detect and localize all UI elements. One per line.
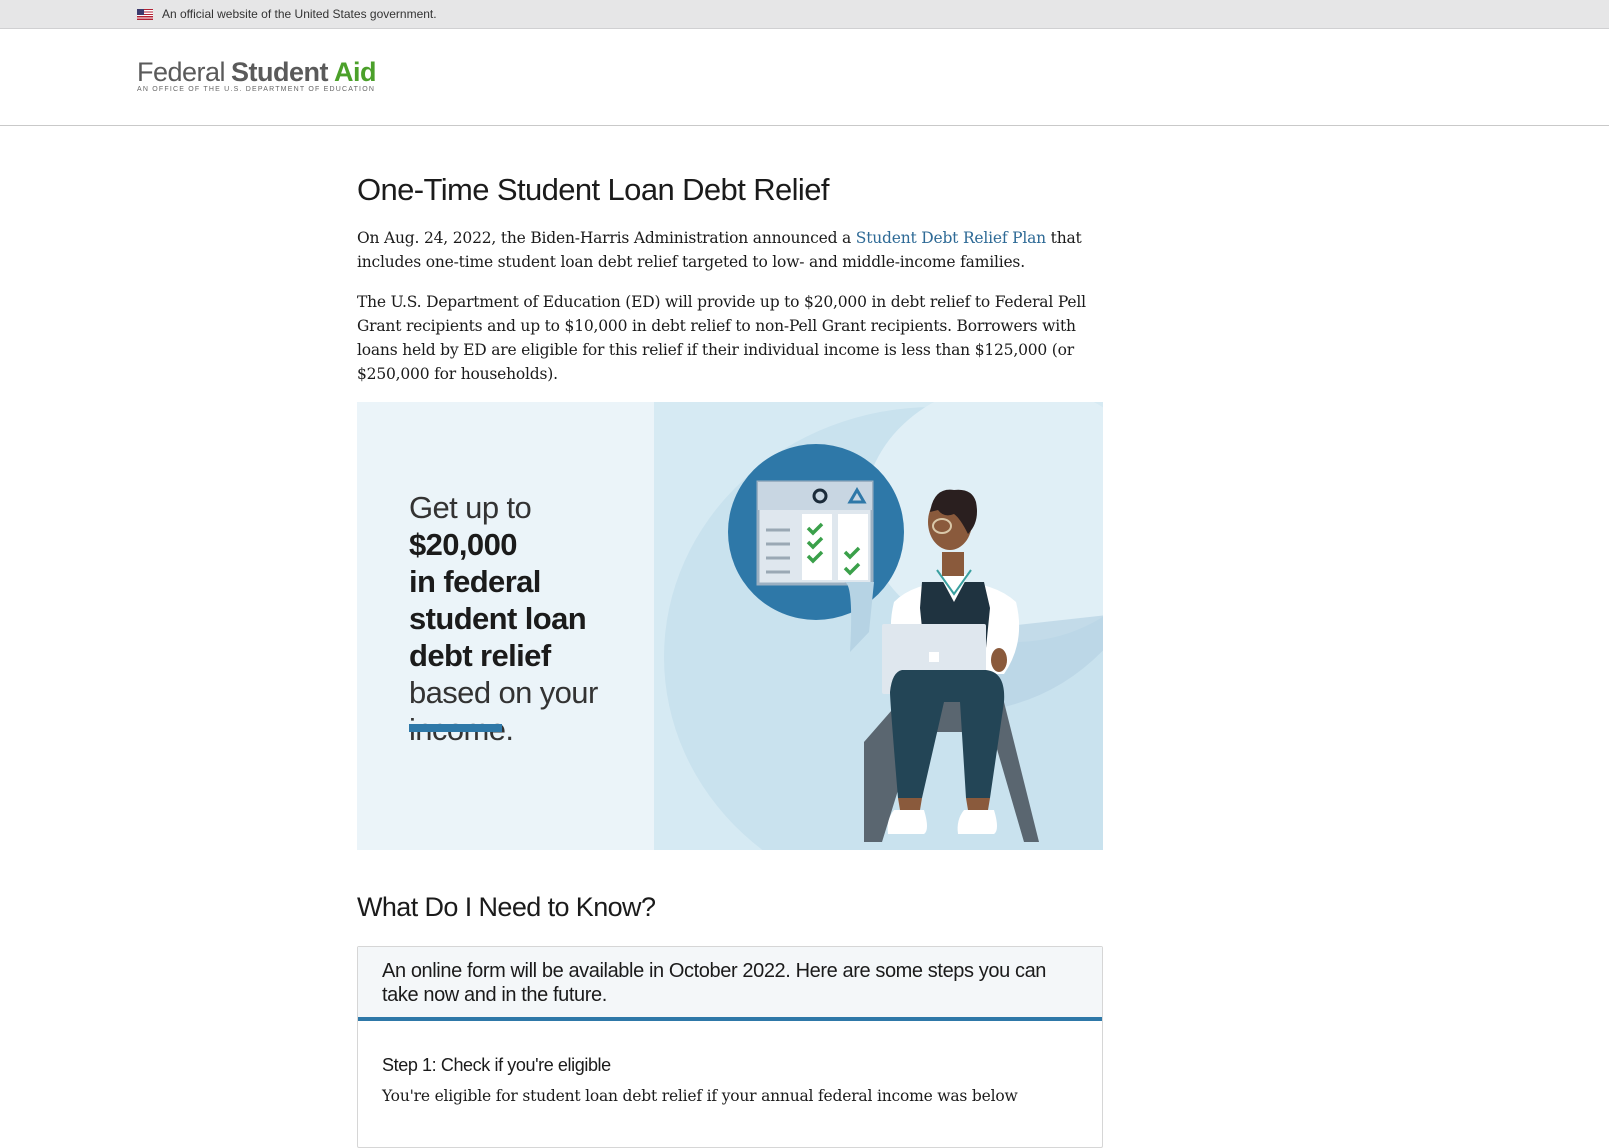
logo-student-text: Student (231, 57, 329, 87)
hero-suffix: based on your income. (409, 675, 598, 747)
hero-bold-rest: in federal student loan debt relief (409, 564, 587, 673)
logo-aid-text: Aid (334, 57, 377, 87)
site-header: Federal Student Aid An OFFICE of the U.S. … (0, 29, 1609, 126)
hero-amount: $20,000 (409, 527, 517, 562)
gov-banner-text: An official website of the United States… (162, 7, 437, 21)
hero-text-panel: Get up to $20,000 in federal student loa… (357, 402, 654, 850)
section-title: What Do I Need to Know? (357, 892, 656, 922)
student-laptop-illustration (664, 402, 1103, 850)
step-1-text: You're eligible for student loan debt re… (382, 1087, 1018, 1105)
page-title: One-Time Student Loan Debt Relief (357, 172, 829, 207)
steps-card: An online form will be available in Octo… (357, 946, 1103, 1148)
intro-text-before: On Aug. 24, 2022, the Biden-Harris Admin… (357, 229, 856, 247)
us-flag-icon (137, 8, 153, 20)
steps-card-heading: An online form will be available in Octo… (358, 947, 1102, 1021)
hero-accent-bar (409, 724, 502, 732)
gov-banner: An official website of the United States… (0, 0, 1609, 29)
step-1-title: Step 1: Check if you're eligible (382, 1055, 611, 1075)
student-debt-relief-plan-link[interactable]: Student Debt Relief Plan (856, 229, 1046, 247)
eligibility-paragraph: The U.S. Department of Education (ED) wi… (357, 293, 1086, 383)
hero-headline: Get up to $20,000 in federal student loa… (409, 489, 644, 748)
main-content: One-Time Student Loan Debt Relief On Aug… (357, 170, 1103, 1148)
hero-prefix: Get up to (409, 490, 532, 525)
logo-subtitle: An OFFICE of the U.S. DEPARTMENT of EDUC… (137, 86, 376, 93)
intro-paragraph: On Aug. 24, 2022, the Biden-Harris Admin… (357, 226, 1103, 274)
federal-student-aid-logo[interactable]: Federal Student Aid An OFFICE of the U.S. … (137, 57, 377, 93)
logo-federal-text: Federal (137, 57, 226, 87)
hero-banner: Get up to $20,000 in federal student loa… (357, 402, 1103, 850)
